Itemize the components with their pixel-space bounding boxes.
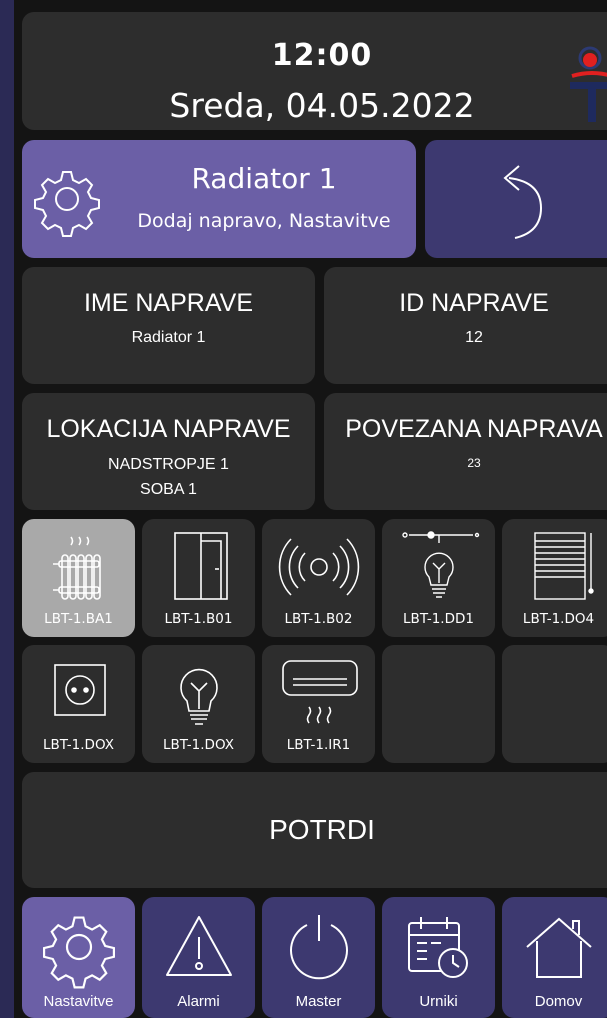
device-label: LBT-1.DD1 — [403, 611, 474, 627]
device-tile-dd1[interactable]: LBT-1.DD1 — [382, 519, 495, 637]
device-id-tile[interactable]: ID NAPRAVE 12 — [324, 267, 607, 384]
undo-arrow-icon — [503, 165, 543, 239]
device-name-tile[interactable]: IME NAPRAVE Radiator 1 — [22, 267, 315, 384]
device-label: LBT-1.DOX — [163, 737, 234, 753]
device-location-title: LOKACIJA NAPRAVE — [46, 415, 291, 443]
device-tile-ba1[interactable]: LBT-1.BA1 — [22, 519, 135, 637]
nav-nastavitve[interactable]: Nastavitve — [22, 897, 135, 1018]
blinds-icon — [533, 532, 594, 600]
air-conditioner-icon — [281, 660, 358, 724]
device-label: LBT-1.DO4 — [522, 611, 595, 627]
device-tile-do4[interactable]: LBT-1.DO4 — [502, 519, 607, 637]
device-label: LBT-1.B02 — [284, 611, 353, 627]
device-label: LBT-1.B01 — [164, 611, 233, 627]
back-button[interactable] — [425, 140, 607, 258]
device-subtitle: Dodaj napravo, Nastavitve — [137, 210, 391, 232]
device-location-tile[interactable]: LOKACIJA NAPRAVE NADSTROPJE 1 SOBA 1 — [22, 393, 315, 510]
device-label: LBT-1.BA1 — [44, 611, 113, 627]
bulb-icon — [179, 668, 218, 725]
nav-label: Nastavitve — [43, 993, 114, 1010]
clock-time: 12:00 — [271, 38, 373, 73]
nav-alarmi[interactable]: Alarmi — [142, 897, 255, 1018]
nav-domov[interactable]: Domov — [502, 897, 607, 1018]
calendar-clock-icon — [407, 917, 468, 978]
door-icon — [173, 532, 228, 600]
device-name-value: Radiator 1 — [131, 329, 206, 346]
dimmer-bulb-icon — [401, 531, 479, 598]
device-settings-banner[interactable]: Radiator 1 Dodaj napravo, Nastavitve — [22, 140, 416, 258]
nav-label: Domov — [534, 993, 583, 1010]
device-location-room: SOBA 1 — [140, 481, 197, 498]
device-tile-b01[interactable]: LBT-1.B01 — [142, 519, 255, 637]
gear-icon — [34, 171, 100, 237]
nav-label: Urniki — [419, 993, 458, 1010]
linked-device-title: POVEZANA NAPRAVA — [345, 415, 603, 443]
device-name: Radiator 1 — [191, 162, 337, 195]
device-name-title: IME NAPRAVE — [83, 289, 254, 317]
header-panel: 12:00 Sreda, 04.05.2022 — [22, 12, 607, 130]
device-tile-empty-1[interactable] — [382, 645, 495, 763]
device-tile-dox-bulb[interactable]: LBT-1.DOX — [142, 645, 255, 763]
device-label: LBT-1.DOX — [43, 737, 114, 753]
power-icon — [289, 915, 348, 980]
device-tile-ir1[interactable]: LBT-1.IR1 — [262, 645, 375, 763]
device-location-floor: NADSTROPJE 1 — [108, 456, 229, 473]
home-icon — [525, 917, 592, 978]
device-id-value: 12 — [465, 329, 483, 346]
device-tile-dox-socket[interactable]: LBT-1.DOX — [22, 645, 135, 763]
screen: 12:00 Sreda, 04.05.2022 Radiator 1 Dodaj… — [14, 0, 607, 1018]
nav-label: Master — [295, 993, 342, 1010]
linked-device-value: 23 — [467, 456, 481, 470]
clock-date: Sreda, 04.05.2022 — [169, 86, 475, 125]
device-tile-b02[interactable]: LBT-1.B02 — [262, 519, 375, 637]
company-logo — [570, 46, 607, 122]
wireless-signal-icon — [278, 538, 359, 596]
nav-master[interactable]: Master — [262, 897, 375, 1018]
device-label: LBT-1.IR1 — [286, 737, 351, 753]
device-id-title: ID NAPRAVE — [399, 289, 549, 317]
confirm-button[interactable]: POTRDI — [22, 772, 607, 888]
nav-label: Alarmi — [177, 993, 220, 1010]
gear-icon — [42, 916, 115, 989]
socket-icon — [53, 664, 106, 716]
warning-icon — [165, 916, 232, 976]
linked-device-tile[interactable]: POVEZANA NAPRAVA 23 — [324, 393, 607, 510]
nav-urniki[interactable]: Urniki — [382, 897, 495, 1018]
device-tile-empty-2[interactable] — [502, 645, 607, 763]
radiator-icon — [52, 536, 101, 600]
